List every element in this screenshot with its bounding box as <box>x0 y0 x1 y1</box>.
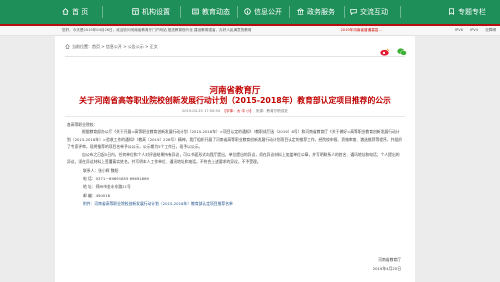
article-source: 来源：教育厅职成处 <box>255 109 289 113</box>
nav-item-label: 首 页 <box>72 8 89 16</box>
nav-item-label: 信息公开 <box>254 8 282 16</box>
body-paragraph: 自公布之日起5日内，任何单位和个人对评选结果持有异议，可以书面形式向我厅提出，单… <box>67 152 400 165</box>
org-icon <box>132 8 139 15</box>
breadcrumb-notices[interactable]: 公告公示 <box>128 44 144 49</box>
ipv4-link[interactable]: IPV4 <box>470 28 478 32</box>
home-icon <box>65 44 70 49</box>
nav-item-education-news[interactable]: 教育动态 <box>192 0 230 24</box>
breadcrumb-info[interactable]: 信息公开 <box>106 44 122 49</box>
chat-icon <box>350 9 357 15</box>
breadcrumb-current: 正文 <box>149 44 158 49</box>
breadcrumb-home[interactable]: 首页 <box>92 44 100 49</box>
wechat-icon[interactable] <box>397 41 407 60</box>
nav-item-government-service[interactable]: 政务服务 <box>297 0 335 24</box>
publish-date: 2019-04-25 17:50:54 <box>181 109 221 113</box>
contact-phone: 电 话：0371－69691855 69691869 <box>83 176 149 182</box>
font-size-control[interactable]: 【字体：大 中 小】 <box>222 109 253 113</box>
signature-date: 2019年4月25日 <box>372 266 401 271</box>
salutation: 各高等职业院校： <box>67 122 98 127</box>
attachment-link[interactable]: 附件：河南省高等职业院校创新发展行动计划（2015-2018年）教育部认定项目推… <box>67 200 403 207</box>
contact-person: 联系人：张小辉 魏阳 <box>83 167 119 173</box>
weibo-icon[interactable] <box>380 41 389 60</box>
nav-item-interaction[interactable]: 交流互动 <box>350 0 388 24</box>
article-meta: 2019-04-25 17:50:54 【字体：大 中 小】 来源：教育厅职成处 <box>55 109 415 114</box>
nav-item-label: 专题专栏 <box>458 8 486 16</box>
signature-org: 河南省教育厅 <box>378 257 401 262</box>
welcome-ticker: 您好，今天是2019年04月26日，欢迎访问河南省教育厅门户网站 推进教育现代化… <box>62 28 252 32</box>
access-links: IPV6 IPV4 无障碍 <box>449 27 496 34</box>
notice-bar: 您好，今天是2019年04月26日，欢迎访问河南省教育厅门户网站 推进教育现代化… <box>0 26 500 36</box>
topic-icon <box>449 8 454 15</box>
nav-item-label: 机构设置 <box>142 8 170 16</box>
contact-address: 地 址：郑州市金水东路21号 <box>83 184 131 190</box>
body-paragraph: 根据教育部办公厅《关于开展<高等职业教育创新发展行动计划（2015-2018年）… <box>67 129 403 149</box>
ipv6-link[interactable]: IPV6 <box>455 28 463 32</box>
article-page: 当前位置：首页 > 信息公开 > 公告公示 > 正文 河南省教育厅 关于河南省高… <box>55 36 415 282</box>
article-title: 关于河南省高等职业院校创新发展行动计划（2015-2018年）教育部认定项目推荐… <box>79 96 391 105</box>
news-icon <box>192 8 199 15</box>
main-nav: 首 页 机构设置 教育动态 信息公开 政务服务 交流互动 专题专栏 <box>0 0 500 26</box>
home-icon <box>62 8 69 15</box>
nav-item-label: 教育动态 <box>202 8 230 16</box>
share-bar <box>377 41 407 60</box>
article-body: 各高等职业院校： 根据教育部办公厅《关于开展<高等职业教育创新发展行动计划（20… <box>67 121 403 207</box>
info-icon <box>244 8 251 15</box>
nav-item-home[interactable]: 首 页 <box>62 0 88 24</box>
nav-item-special-topics[interactable]: 专题专栏 <box>448 0 486 24</box>
nav-item-organization[interactable]: 机构设置 <box>132 0 170 24</box>
breadcrumb: 当前位置：首页 > 信息公开 > 公告公示 > 正文 <box>65 44 158 50</box>
contact-postcode: 邮 编：450018 <box>83 192 111 198</box>
nav-item-label: 交流互动 <box>360 8 388 16</box>
nav-item-info-disclosure[interactable]: 信息公开 <box>244 0 282 24</box>
service-icon <box>297 8 304 15</box>
nav-item-label: 政务服务 <box>307 8 335 16</box>
accessibility-link[interactable]: 无障碍 <box>485 28 496 32</box>
ticker-link[interactable]: 2019年河南省普通高招… <box>341 27 383 34</box>
